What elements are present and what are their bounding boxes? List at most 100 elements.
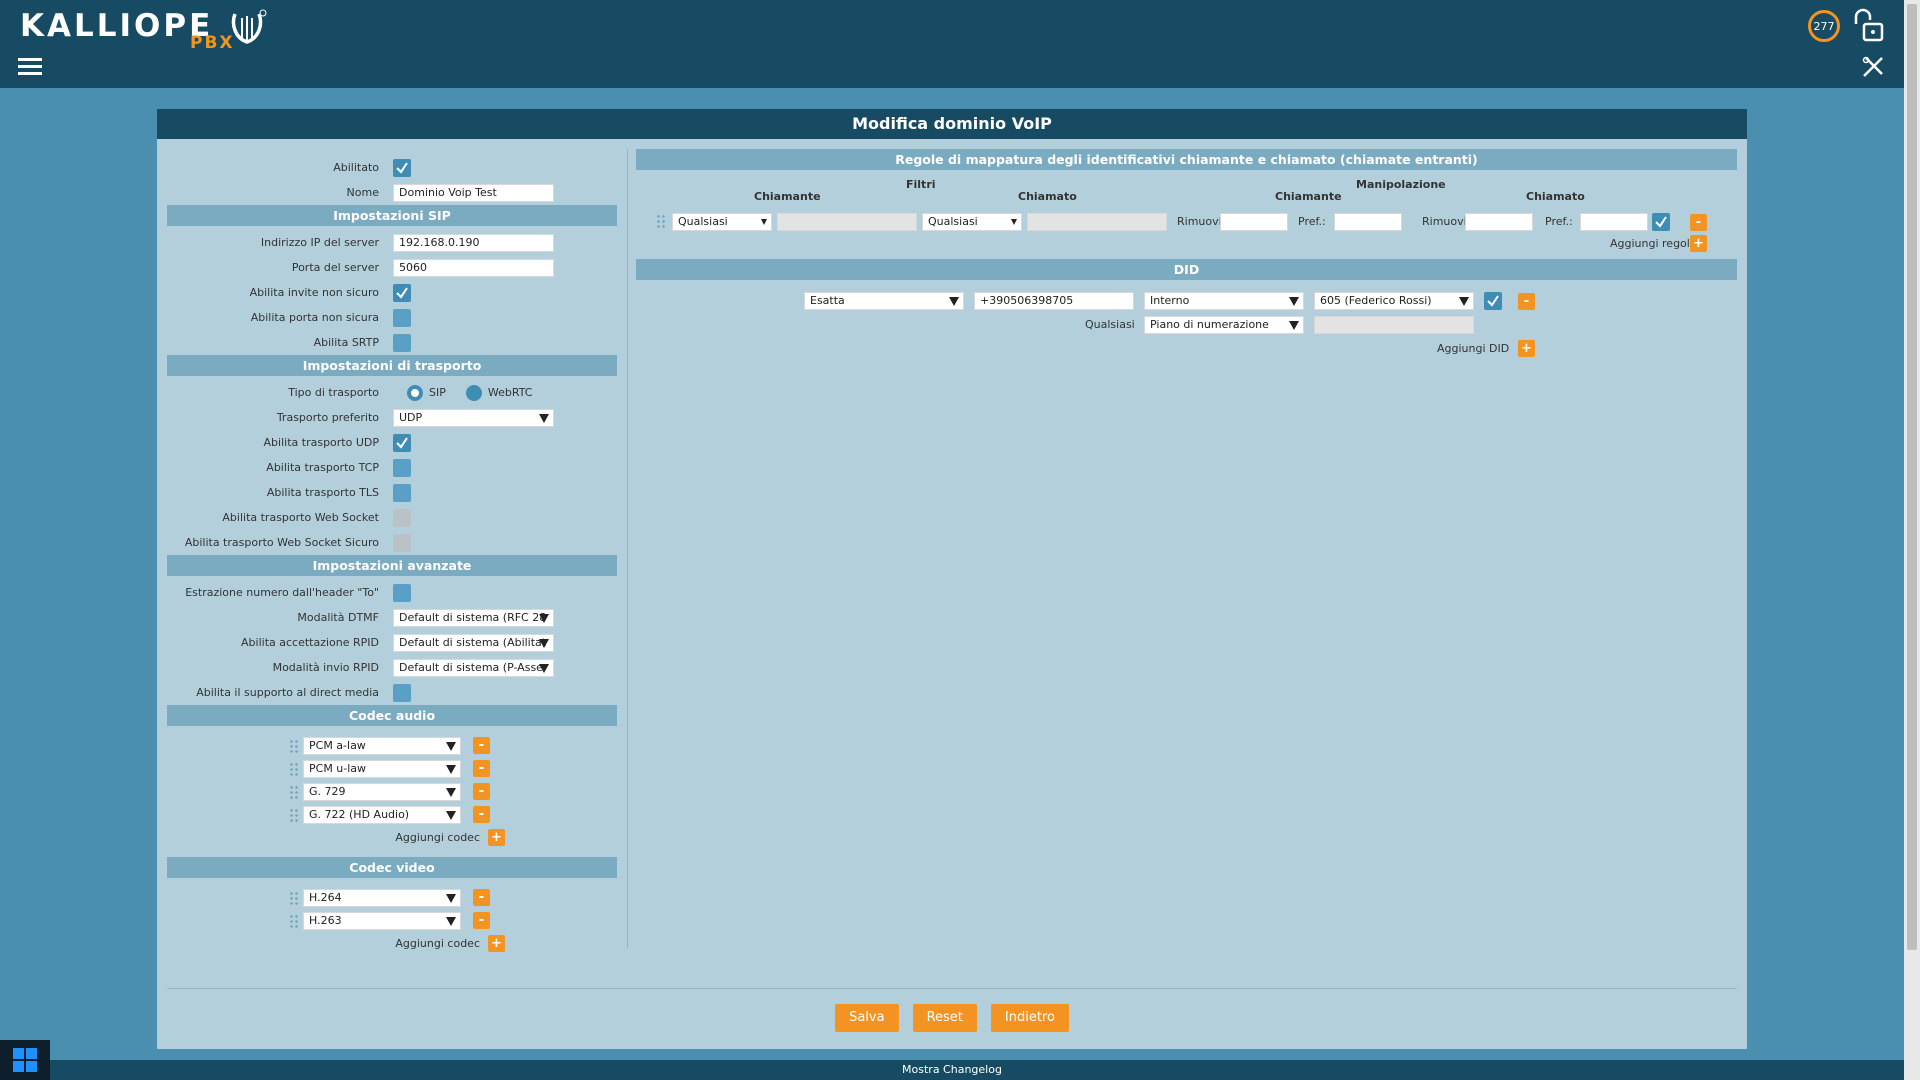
- remove-rule-button[interactable]: -: [1690, 214, 1707, 231]
- chevron-down-icon: [446, 741, 456, 751]
- tcp-checkbox[interactable]: [393, 458, 411, 477]
- did-section-title: DID: [636, 259, 1737, 280]
- drag-handle-icon[interactable]: [289, 761, 299, 776]
- caller-filter-select[interactable]: Qualsiasi: [672, 213, 772, 231]
- insecure-port-checkbox[interactable]: [393, 308, 411, 327]
- audio-codec-select[interactable]: G. 729: [303, 782, 461, 801]
- caller-filter-input[interactable]: [777, 213, 917, 231]
- mapping-header: Filtri Manipolazione Chiamante Chiamato …: [636, 170, 1737, 210]
- scroll-thumb[interactable]: [1907, 4, 1917, 950]
- page-scrollbar[interactable]: [1904, 0, 1920, 1080]
- did-enabled-checkbox[interactable]: [1484, 292, 1502, 310]
- server-ip-input[interactable]: 192.168.0.190: [393, 233, 554, 252]
- back-button[interactable]: Indietro: [990, 1004, 1069, 1032]
- called-filter-input[interactable]: [1027, 213, 1167, 231]
- insecure-invite-checkbox[interactable]: [393, 283, 411, 302]
- audio-codec-select[interactable]: PCM u-law: [303, 759, 461, 778]
- audio-codec-select[interactable]: PCM a-law: [303, 736, 461, 755]
- caller-prefix-input[interactable]: [1334, 213, 1402, 231]
- changelog-bar[interactable]: Mostra Changelog: [0, 1060, 1904, 1080]
- audio-codec-select[interactable]: G. 722 (HD Audio): [303, 805, 461, 824]
- save-button[interactable]: Salva: [835, 1004, 899, 1032]
- drag-handle-icon[interactable]: [289, 784, 299, 799]
- direct-media-checkbox[interactable]: [393, 683, 411, 702]
- did-destination-type-select[interactable]: Interno: [1144, 292, 1304, 310]
- video-codec-row: H.263 -: [167, 909, 617, 932]
- windows-start-button[interactable]: [0, 1040, 50, 1080]
- websocket-checkbox: [393, 508, 411, 527]
- video-codec-select[interactable]: H.263: [303, 911, 461, 930]
- did-destination-type-value: Interno: [1150, 294, 1190, 307]
- called-prefix-input[interactable]: [1580, 213, 1648, 231]
- drag-handle-icon[interactable]: [289, 738, 299, 753]
- drag-handle-icon[interactable]: [656, 214, 666, 228]
- did-match-value: Esatta: [810, 294, 845, 307]
- video-codec-select[interactable]: H.264: [303, 888, 461, 907]
- tcp-label: Abilita trasporto TCP: [266, 461, 379, 474]
- server-port-input[interactable]: 5060: [393, 258, 554, 277]
- dtmf-mode-select[interactable]: Default di sistema (RFC 28: [393, 608, 554, 627]
- unlock-icon[interactable]: [1850, 8, 1886, 44]
- did-destination-select[interactable]: 605 (Federico Rossi): [1314, 292, 1474, 310]
- did-match-select[interactable]: Esatta: [804, 292, 964, 310]
- remove-codec-button[interactable]: -: [473, 806, 490, 823]
- add-audio-codec-button[interactable]: +: [488, 829, 505, 846]
- extract-to-header-checkbox[interactable]: [393, 583, 411, 602]
- did-any-destination-type-select[interactable]: Piano di numerazione: [1144, 316, 1304, 334]
- rpid-accept-select[interactable]: Default di sistema (Abilitat: [393, 633, 554, 652]
- remove-codec-button[interactable]: -: [473, 737, 490, 754]
- tls-checkbox[interactable]: [393, 483, 411, 502]
- manipulation-header: Manipolazione: [1356, 178, 1446, 191]
- preferred-transport-select[interactable]: UDP: [393, 408, 554, 427]
- chevron-down-icon: [1011, 219, 1017, 225]
- did-any-destination-input[interactable]: [1314, 316, 1474, 334]
- notification-badge[interactable]: 277: [1808, 10, 1840, 42]
- filter-called-header: Chiamato: [1018, 190, 1077, 203]
- windows-icon: [13, 1048, 37, 1072]
- did-number-input[interactable]: +390506398705: [974, 292, 1134, 310]
- mapping-section-title: Regole di mappatura degli identificativi…: [636, 149, 1737, 170]
- add-did-button[interactable]: +: [1518, 340, 1535, 357]
- caller-remove-input[interactable]: [1220, 213, 1288, 231]
- udp-checkbox[interactable]: [393, 433, 411, 452]
- add-video-codec-button[interactable]: +: [488, 935, 505, 952]
- drag-handle-icon[interactable]: [289, 807, 299, 822]
- top-bar: KALLIOPE PBX 277: [0, 0, 1904, 88]
- rpid-send-select[interactable]: Default di sistema (P-Asse: [393, 658, 554, 677]
- changelog-link[interactable]: Mostra Changelog: [902, 1063, 1002, 1076]
- reset-button[interactable]: Reset: [912, 1004, 977, 1032]
- rpid-accept-label: Abilita accettazione RPID: [241, 636, 379, 649]
- name-input[interactable]: Dominio Voip Test: [393, 183, 554, 202]
- called-remove-input[interactable]: [1465, 213, 1533, 231]
- rpid-send-label: Modalità invio RPID: [272, 661, 379, 674]
- drag-handle-icon[interactable]: [289, 890, 299, 905]
- srtp-checkbox[interactable]: [393, 333, 411, 352]
- transport-sip-radio[interactable]: [407, 384, 423, 401]
- chevron-down-icon: [539, 638, 549, 648]
- drag-handle-icon[interactable]: [289, 913, 299, 928]
- dtmf-mode-label: Modalità DTMF: [297, 611, 379, 624]
- rule-enabled-checkbox[interactable]: [1652, 213, 1670, 231]
- remove-codec-button[interactable]: -: [473, 889, 490, 906]
- remove-did-button[interactable]: -: [1518, 293, 1535, 310]
- menu-icon[interactable]: [18, 58, 42, 76]
- advanced-section-title: Impostazioni avanzate: [167, 555, 617, 576]
- name-label: Nome: [346, 186, 379, 199]
- remove-codec-button[interactable]: -: [473, 783, 490, 800]
- left-column: Abilitato Nome Dominio Voip Test Imposta…: [167, 155, 617, 955]
- caller-filter-value: Qualsiasi: [678, 215, 728, 228]
- video-codec-value: H.263: [309, 913, 342, 927]
- page-title: Modifica dominio VoIP: [157, 109, 1747, 139]
- add-rule-button[interactable]: +: [1690, 235, 1707, 252]
- logo: KALLIOPE PBX: [20, 8, 267, 53]
- video-codec-section-title: Codec video: [167, 857, 617, 878]
- remove-codec-button[interactable]: -: [473, 760, 490, 777]
- tools-icon[interactable]: [1862, 56, 1884, 78]
- transport-webrtc-radio[interactable]: [465, 384, 482, 401]
- audio-codec-section-title: Codec audio: [167, 705, 617, 726]
- called-filter-select[interactable]: Qualsiasi: [922, 213, 1022, 231]
- enabled-checkbox[interactable]: [393, 158, 411, 177]
- add-audio-codec-label: Aggiungi codec: [395, 831, 480, 844]
- add-video-codec-row: Aggiungi codec +: [167, 932, 617, 955]
- remove-codec-button[interactable]: -: [473, 912, 490, 929]
